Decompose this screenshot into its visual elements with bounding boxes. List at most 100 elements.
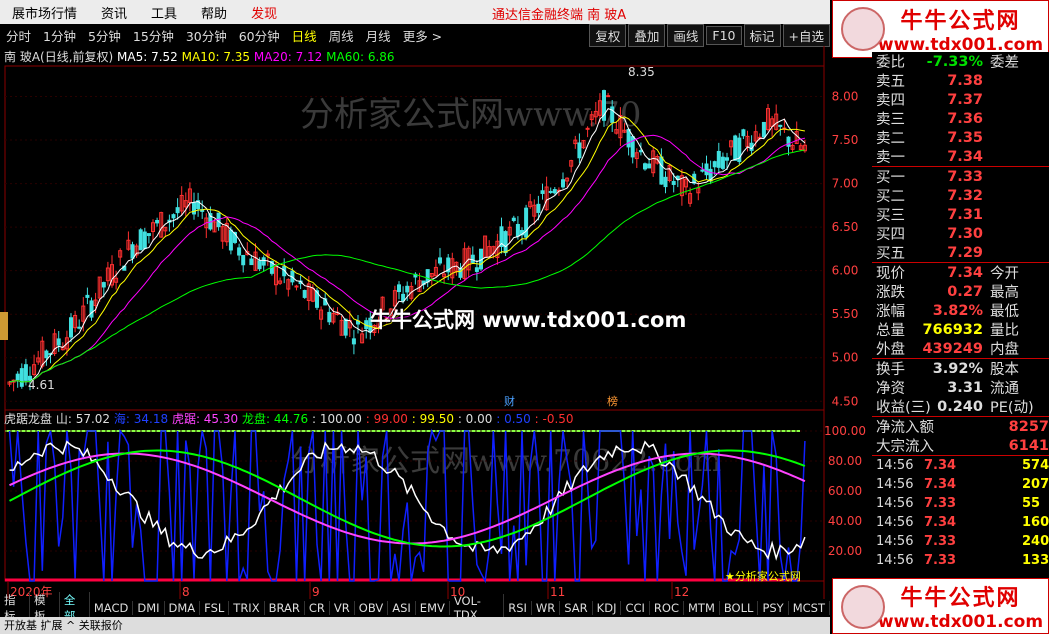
stat2-row-value: 3.31 bbox=[947, 379, 983, 396]
indicator-tab-vr[interactable]: VR bbox=[330, 601, 355, 615]
buy-row: 买二 7.32 bbox=[872, 186, 1049, 206]
tick-row: 14:56 7.34 160 bbox=[872, 513, 1049, 532]
indicator-tab-emv[interactable]: EMV bbox=[416, 601, 450, 615]
indicator-c5: : 0.50 bbox=[496, 412, 531, 426]
candle-body bbox=[138, 229, 143, 251]
period-tab-weekly[interactable]: 周线 bbox=[323, 26, 360, 45]
candle-body bbox=[142, 231, 147, 249]
menu-item-tools[interactable]: 工具 bbox=[139, 3, 189, 22]
sell-row: 卖三 7.36 bbox=[872, 109, 1049, 129]
draw-line-button[interactable]: 画线 bbox=[667, 23, 705, 47]
candle-body bbox=[458, 268, 463, 278]
period-tab-monthly[interactable]: 月线 bbox=[360, 26, 397, 45]
indicator-tab-mtm[interactable]: MTM bbox=[684, 601, 720, 615]
period-tab-more[interactable]: 更多 > bbox=[397, 26, 448, 45]
candle-body bbox=[643, 163, 647, 170]
star-watermark: ★分析家公式网 bbox=[725, 569, 801, 583]
tick-t: 14:56 bbox=[876, 458, 914, 473]
candle-body bbox=[638, 150, 643, 153]
f10-button[interactable]: F10 bbox=[706, 25, 742, 45]
stat-row-label: 涨跌 bbox=[876, 285, 905, 301]
indicator-tab-dmi[interactable]: DMI bbox=[133, 601, 165, 615]
overlay-button[interactable]: 叠加 bbox=[628, 23, 666, 47]
candle-body bbox=[175, 207, 180, 214]
indicator-long: 龙盘: 44.76 bbox=[241, 412, 309, 426]
indicator-tab-trix[interactable]: TRIX bbox=[229, 601, 265, 615]
stat2-row-value: 0.240 bbox=[937, 398, 983, 415]
candle-body bbox=[647, 163, 652, 169]
indicator-tab-kdj[interactable]: KDJ bbox=[593, 601, 622, 615]
candle-body bbox=[548, 190, 553, 193]
candle-body bbox=[585, 127, 590, 130]
candle-body bbox=[19, 368, 24, 387]
indicator-tab-boll[interactable]: BOLL bbox=[720, 601, 759, 615]
indicator-axis-label: 80.00 bbox=[828, 454, 862, 468]
indicator-tab-dma[interactable]: DMA bbox=[165, 601, 201, 615]
candle-body bbox=[44, 350, 49, 359]
candle-body bbox=[716, 150, 721, 168]
stat-row-label: 涨幅 bbox=[876, 304, 905, 320]
ma20-label: MA20: 7.12 bbox=[253, 50, 323, 64]
candle-body bbox=[712, 161, 717, 168]
tick-t: 14:56 bbox=[876, 496, 914, 511]
buy-row: 买四 7.30 bbox=[872, 224, 1049, 244]
indicator-tab-wr[interactable]: WR bbox=[532, 601, 561, 615]
indicator-tab-asi[interactable]: ASI bbox=[388, 601, 416, 615]
candle-body bbox=[561, 179, 565, 188]
candle-body bbox=[397, 284, 401, 293]
indicator-tab-fsl[interactable]: FSL bbox=[200, 601, 230, 615]
menu-item-help[interactable]: 帮助 bbox=[189, 3, 239, 22]
marker-cai[interactable]: 财 bbox=[504, 394, 515, 408]
indicator-tab-sar[interactable]: SAR bbox=[560, 601, 593, 615]
marker-bang[interactable]: 榜 bbox=[607, 394, 618, 408]
stat-row-label2: 最低 bbox=[990, 304, 1019, 320]
candle-body bbox=[577, 142, 582, 159]
indicator-hu: 虎踞: 45.30 bbox=[171, 412, 239, 426]
stat-row: 涨跌 0.27 最高 bbox=[872, 282, 1049, 302]
indicator-tab-obv[interactable]: OBV bbox=[355, 601, 389, 615]
candle-body bbox=[23, 364, 28, 381]
candle-body bbox=[630, 136, 635, 158]
indicator-c1: : 100.00 bbox=[312, 412, 362, 426]
sell-row-value: 7.35 bbox=[947, 129, 983, 146]
period-tab-60min[interactable]: 60分钟 bbox=[233, 26, 286, 45]
candle-body bbox=[69, 317, 73, 338]
sell-row-label: 卖三 bbox=[876, 112, 905, 128]
buy-row-value: 7.33 bbox=[947, 168, 983, 185]
indicator-tab-rsi[interactable]: RSI bbox=[504, 601, 532, 615]
period-tab-fenshi[interactable]: 分时 bbox=[0, 26, 37, 45]
candle-body bbox=[237, 247, 242, 256]
indicator-tab-psy[interactable]: PSY bbox=[758, 601, 789, 615]
indicator-tab-brar[interactable]: BRAR bbox=[265, 601, 305, 615]
buy-row-value: 7.32 bbox=[947, 187, 983, 204]
menu-item-news[interactable]: 资讯 bbox=[89, 3, 139, 22]
tick-t: 14:56 bbox=[876, 477, 914, 492]
tick-row: 14:56 7.33 55 bbox=[872, 494, 1049, 513]
menu-item-market[interactable]: 展市场行情 bbox=[0, 3, 89, 22]
collapse-arrow[interactable] bbox=[0, 312, 8, 340]
period-tab-5min[interactable]: 5分钟 bbox=[82, 26, 127, 45]
menu-item-discover[interactable]: 发现 bbox=[239, 3, 289, 22]
ma10-label: MA10: 7.35 bbox=[181, 50, 251, 64]
indicator-tab-roc[interactable]: ROC bbox=[650, 601, 684, 615]
candle-body bbox=[725, 157, 729, 161]
mark-button[interactable]: 标记 bbox=[743, 23, 781, 47]
stat-row: 外盘 439249 内盘 bbox=[872, 339, 1049, 359]
indicator-tab-cr[interactable]: CR bbox=[305, 601, 330, 615]
stat2-row: 换手 3.92% 股本 bbox=[872, 359, 1049, 379]
period-tab-daily[interactable]: 日线 bbox=[286, 26, 323, 45]
period-tab-15min[interactable]: 15分钟 bbox=[127, 26, 180, 45]
indicator-tab-mcst[interactable]: MCST bbox=[789, 601, 830, 615]
indicator-tab-macd[interactable]: MACD bbox=[90, 601, 134, 615]
ma60-label: MA60: 6.86 bbox=[326, 50, 395, 64]
price-axis-label: 5.00 bbox=[832, 351, 859, 365]
add-favorite-button[interactable]: +自选 bbox=[782, 23, 830, 47]
period-tab-1min[interactable]: 1分钟 bbox=[37, 26, 82, 45]
indicator-tab-cci[interactable]: CCI bbox=[621, 601, 650, 615]
restore-rights-button[interactable]: 复权 bbox=[589, 23, 627, 47]
candle-body bbox=[146, 233, 151, 237]
candle-body bbox=[536, 203, 541, 213]
period-tab-30min[interactable]: 30分钟 bbox=[180, 26, 233, 45]
indicator-axis-label: 60.00 bbox=[828, 484, 862, 498]
stat-row: 涨幅 3.82% 最低 bbox=[872, 301, 1049, 321]
